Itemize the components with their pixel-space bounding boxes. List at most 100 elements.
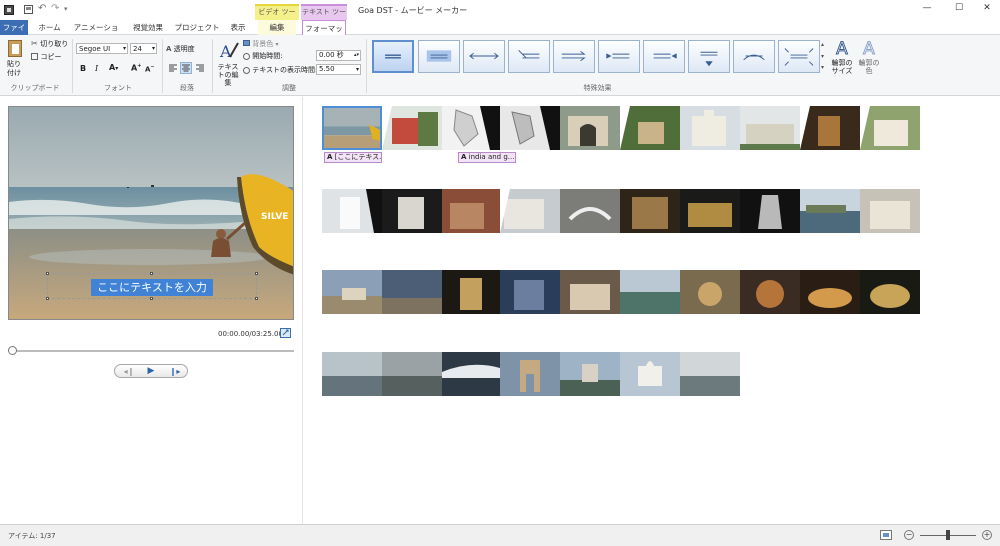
clip-thumbnail[interactable] xyxy=(620,189,680,233)
clip-thumbnail[interactable] xyxy=(322,270,382,314)
clip-thumbnail[interactable] xyxy=(322,189,382,233)
clip-thumbnail[interactable] xyxy=(740,189,800,233)
tab-project[interactable]: プロジェクト xyxy=(174,20,220,35)
font-color-button[interactable]: A▾ xyxy=(109,63,118,72)
clip-thumbnail[interactable] xyxy=(500,270,560,314)
clip-thumbnail[interactable] xyxy=(620,106,680,150)
shrink-font-button[interactable]: A− xyxy=(145,64,155,73)
font-family-select[interactable]: Segoe UI ▾ xyxy=(76,43,128,54)
tab-format[interactable]: フォーマット xyxy=(302,20,346,48)
seek-track[interactable] xyxy=(9,350,294,352)
seek-thumb[interactable] xyxy=(8,346,17,355)
qat-save-icon[interactable] xyxy=(24,5,33,14)
gallery-more[interactable]: ▾ xyxy=(821,64,824,71)
tab-view[interactable]: 表示 xyxy=(224,20,252,35)
font-size-select[interactable]: 24 ▾ xyxy=(130,43,157,54)
grow-font-button[interactable]: A+ xyxy=(131,63,141,73)
align-center-icon xyxy=(182,64,190,72)
effect-scroll-left[interactable] xyxy=(598,40,640,73)
tab-edit[interactable]: 編集 xyxy=(258,20,296,35)
clip-thumbnail[interactable] xyxy=(560,352,620,396)
duration-input[interactable]: 5.50 ▾ xyxy=(316,64,361,75)
clip-thumbnail[interactable] xyxy=(442,106,500,150)
effect-zoom[interactable] xyxy=(778,40,820,73)
effect-fly-right[interactable] xyxy=(553,40,595,73)
effect-swing[interactable] xyxy=(733,40,775,73)
clip-thumbnail[interactable] xyxy=(382,352,442,396)
effect-fly-diagonal[interactable] xyxy=(508,40,550,73)
start-time-input[interactable]: 0.00 秒 ▴▾ xyxy=(316,50,361,61)
play-button[interactable]: ▶ xyxy=(141,366,161,377)
clip-thumbnail[interactable] xyxy=(442,352,500,396)
bold-button[interactable]: B xyxy=(80,64,86,73)
clip-thumbnail[interactable] xyxy=(442,270,500,314)
effect-none[interactable] xyxy=(372,40,414,73)
clip-thumbnail[interactable] xyxy=(322,106,382,150)
tab-visual-effects[interactable]: 視覚効果 xyxy=(127,20,169,35)
gallery-scroll-down[interactable]: ▾ xyxy=(821,53,824,60)
cut-button[interactable]: ✂ 切り取り xyxy=(31,39,68,49)
clip-thumbnail[interactable] xyxy=(500,106,560,150)
clip-thumbnail[interactable] xyxy=(740,270,800,314)
clip-thumbnail[interactable] xyxy=(740,106,800,150)
clip-thumbnail[interactable] xyxy=(680,352,740,396)
clip-thumbnail[interactable] xyxy=(800,106,860,150)
caption-item[interactable]: A [ここにテキス... xyxy=(324,152,382,163)
clip-thumbnail[interactable] xyxy=(382,106,442,150)
preview-monitor[interactable]: SILVE ここにテキストを入力 xyxy=(8,106,294,320)
tab-home[interactable]: ホーム xyxy=(33,20,66,35)
clip-thumbnail[interactable] xyxy=(860,270,920,314)
clip-thumbnail[interactable] xyxy=(860,106,920,150)
clip-thumbnail[interactable] xyxy=(680,106,740,150)
align-center-button[interactable] xyxy=(180,62,192,74)
qat-customize-icon[interactable]: ▾ xyxy=(64,5,68,13)
effect-scroll-right[interactable] xyxy=(643,40,685,73)
next-frame-button[interactable]: ❙▸ xyxy=(165,366,185,377)
clip-thumbnail[interactable] xyxy=(560,106,620,150)
clip-thumbnail[interactable] xyxy=(322,352,382,396)
close-button[interactable]: ✕ xyxy=(976,3,998,17)
copy-button[interactable]: コピー xyxy=(31,52,62,62)
minimize-button[interactable]: — xyxy=(916,3,938,17)
effect-scroll-up[interactable] xyxy=(688,40,730,73)
transparency-button[interactable]: A 透明度 xyxy=(166,44,195,54)
clip-thumbnail[interactable] xyxy=(560,270,620,314)
italic-button[interactable]: I xyxy=(95,64,98,73)
background-color-button[interactable]: 背景色 ▾ xyxy=(243,39,278,49)
outline-color-button[interactable]: A 輪郭の色 xyxy=(857,39,881,85)
align-right-button[interactable] xyxy=(194,62,206,74)
clip-thumbnail[interactable] xyxy=(442,189,500,233)
clip-thumbnail[interactable] xyxy=(500,189,560,233)
clip-thumbnail[interactable] xyxy=(620,270,680,314)
qat-redo-icon[interactable]: ↷ xyxy=(51,3,59,14)
text-overlay[interactable]: ここにテキストを入力 xyxy=(91,279,213,296)
clip-thumbnail[interactable] xyxy=(800,270,860,314)
clip-thumbnail[interactable] xyxy=(800,189,860,233)
clip-thumbnail[interactable] xyxy=(382,189,442,233)
clip-thumbnail[interactable] xyxy=(680,270,740,314)
zoom-out-button[interactable]: − xyxy=(904,530,914,540)
fullscreen-button[interactable] xyxy=(280,328,291,338)
tab-animation[interactable]: アニメーション xyxy=(70,20,122,47)
align-left-button[interactable] xyxy=(167,62,179,74)
maximize-button[interactable]: ☐ xyxy=(948,3,970,17)
paste-button[interactable]: 貼り付け xyxy=(4,38,26,82)
edit-text-button[interactable]: A テキストの編集 xyxy=(215,39,241,87)
effect-stretch[interactable] xyxy=(463,40,505,73)
clip-thumbnail[interactable] xyxy=(680,189,740,233)
clip-thumbnail[interactable] xyxy=(860,189,920,233)
gallery-scroll-up[interactable]: ▴ xyxy=(821,41,824,48)
effect-fade[interactable] xyxy=(418,40,460,73)
zoom-in-button[interactable]: + xyxy=(982,530,992,540)
outline-size-button[interactable]: A 輪郭のサイズ xyxy=(830,39,854,85)
zoom-thumb[interactable] xyxy=(946,530,950,540)
clip-thumbnail[interactable] xyxy=(620,352,680,396)
clip-thumbnail[interactable] xyxy=(500,352,560,396)
clip-thumbnail[interactable] xyxy=(560,189,620,233)
tab-file[interactable]: ファイル xyxy=(0,20,28,47)
clip-thumbnail[interactable] xyxy=(382,270,442,314)
previous-frame-button[interactable]: ◂❙ xyxy=(119,366,139,377)
thumbnail-size-button[interactable] xyxy=(880,530,892,540)
qat-undo-icon[interactable]: ↶ xyxy=(38,3,46,14)
caption-item[interactable]: A india and g... xyxy=(458,152,516,163)
